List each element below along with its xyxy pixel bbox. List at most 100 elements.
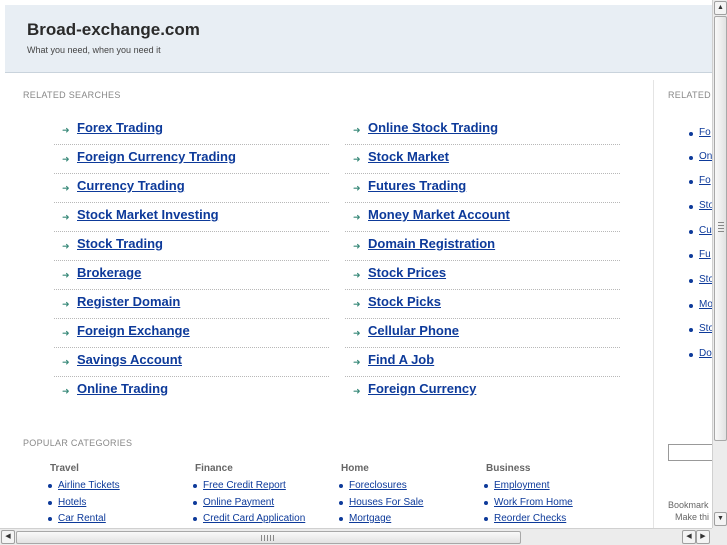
grip-icon: [718, 222, 724, 234]
category-item: Car Rental: [23, 512, 163, 528]
related-searches-heading: RELATED SEARCHES: [23, 90, 121, 100]
related-search-link[interactable]: Online Stock Trading: [368, 120, 498, 135]
arrow-right-icon: ➜: [62, 357, 70, 367]
arrow-right-icon: ➜: [353, 241, 361, 251]
related-search-link[interactable]: Currency Trading: [77, 178, 185, 193]
category-link[interactable]: Hotels: [58, 497, 86, 508]
horizontal-scrollbar[interactable]: ◀ ◀ ▶: [0, 528, 712, 545]
sidebar-item: Cu: [656, 224, 712, 248]
bullet-icon: [339, 500, 343, 505]
related-search-item: ➜ Currency Trading: [54, 174, 329, 203]
scrollbar-corner: [712, 528, 727, 545]
related-search-item: ➜ Stock Trading: [54, 232, 329, 261]
sidebar-link[interactable]: Sto: [699, 200, 712, 211]
make-this-text[interactable]: Make thi: [675, 512, 709, 522]
related-searches-right-column: ➜ Online Stock Trading ➜ Stock Market ➜ Fut…: [345, 116, 620, 406]
category-link[interactable]: Employment: [494, 480, 550, 491]
related-search-link[interactable]: Money Market Account: [368, 207, 510, 222]
category-item: Hotels: [23, 496, 163, 513]
category-link[interactable]: Reorder Checks: [494, 513, 566, 524]
category-link[interactable]: Airline Tickets: [58, 480, 120, 491]
category-link[interactable]: Houses For Sale: [349, 497, 423, 508]
vertical-scroll-thumb[interactable]: [714, 16, 727, 441]
related-search-item: ➜ Money Market Account: [345, 203, 620, 232]
category-column-home: Home Foreclosures Houses For Sale Mortga…: [314, 463, 454, 528]
sidebar-item: Sto: [656, 322, 712, 346]
down-arrow-icon[interactable]: ▼: [714, 512, 727, 526]
related-search-link[interactable]: Register Domain: [77, 294, 180, 309]
sidebar-link[interactable]: Sto: [699, 274, 712, 285]
related-search-link[interactable]: Stock Market Investing: [77, 207, 219, 222]
related-search-link[interactable]: Foreign Currency Trading: [77, 149, 236, 164]
arrow-right-icon: ➜: [353, 357, 361, 367]
bullet-icon: [689, 205, 693, 209]
arrow-right-icon: ➜: [353, 183, 361, 193]
category-item: Foreclosures: [314, 479, 454, 496]
arrow-right-icon: ➜: [62, 270, 70, 280]
sidebar-link[interactable]: Fu: [699, 249, 711, 260]
sidebar-link[interactable]: On: [699, 151, 712, 162]
category-item: Online Payment: [168, 496, 308, 513]
related-search-link[interactable]: Foreign Exchange: [77, 323, 190, 338]
sidebar-link[interactable]: Cu: [699, 225, 712, 236]
bookmark-text[interactable]: Bookmark: [668, 500, 709, 510]
site-header: Broad-exchange.com What you need, when y…: [5, 5, 712, 73]
sidebar-item: Fo: [656, 126, 712, 150]
related-search-item: ➜ Cellular Phone: [345, 319, 620, 348]
sidebar-link[interactable]: Sto: [699, 323, 712, 334]
sidebar-link[interactable]: Fo: [699, 127, 711, 138]
bullet-icon: [689, 279, 693, 283]
related-search-item: ➜ Foreign Currency Trading: [54, 145, 329, 174]
related-search-link[interactable]: Stock Prices: [368, 265, 446, 280]
related-search-item: ➜ Stock Market: [345, 145, 620, 174]
category-link[interactable]: Mortgage: [349, 513, 391, 524]
related-search-link[interactable]: Stock Market: [368, 149, 449, 164]
related-search-item: ➜ Brokerage: [54, 261, 329, 290]
up-arrow-icon[interactable]: ▲: [714, 1, 727, 15]
related-search-item: ➜ Foreign Exchange: [54, 319, 329, 348]
left-arrow-icon[interactable]: ◀: [682, 530, 696, 544]
right-arrow-icon[interactable]: ▶: [696, 530, 710, 544]
arrow-right-icon: ➜: [62, 183, 70, 193]
category-link[interactable]: Car Rental: [58, 513, 106, 524]
horizontal-scroll-thumb[interactable]: [16, 531, 521, 544]
related-search-link[interactable]: Cellular Phone: [368, 323, 459, 338]
category-title: Business: [486, 463, 531, 474]
related-search-link[interactable]: Savings Account: [77, 352, 182, 367]
related-search-link[interactable]: Brokerage: [77, 265, 141, 280]
related-search-link[interactable]: Forex Trading: [77, 120, 163, 135]
related-search-link[interactable]: Online Trading: [77, 381, 168, 396]
site-tagline: What you need, when you need it: [27, 45, 161, 55]
arrow-right-icon: ➜: [62, 386, 70, 396]
category-link[interactable]: Foreclosures: [349, 480, 407, 491]
category-item: Houses For Sale: [314, 496, 454, 513]
bullet-icon: [339, 517, 343, 521]
category-link[interactable]: Work From Home: [494, 497, 573, 508]
category-item: Free Credit Report: [168, 479, 308, 496]
left-arrow-icon[interactable]: ◀: [1, 530, 15, 544]
bullet-icon: [339, 484, 343, 488]
sidebar-link[interactable]: Do: [699, 348, 712, 359]
arrow-right-icon: ➜: [62, 328, 70, 338]
related-search-link[interactable]: Stock Trading: [77, 236, 163, 251]
category-column-finance: Finance Free Credit Report Online Paymen…: [168, 463, 308, 528]
category-link[interactable]: Credit Card Application: [203, 513, 305, 524]
sidebar-search-input[interactable]: [668, 444, 712, 461]
sidebar-item: Sto: [656, 199, 712, 223]
related-search-link[interactable]: Find A Job: [368, 352, 434, 367]
page-viewport: Broad-exchange.com What you need, when y…: [0, 0, 712, 528]
related-search-item: ➜ Online Stock Trading: [345, 116, 620, 145]
vertical-scrollbar[interactable]: ▲ ▼: [712, 0, 727, 528]
related-search-link[interactable]: Stock Picks: [368, 294, 441, 309]
sidebar-item: Do: [656, 347, 712, 371]
category-item: Airline Tickets: [23, 479, 163, 496]
sidebar-link[interactable]: Fo: [699, 175, 711, 186]
related-search-link[interactable]: Domain Registration: [368, 236, 495, 251]
related-search-link[interactable]: Futures Trading: [368, 178, 466, 193]
sidebar-link[interactable]: Mo: [699, 299, 712, 310]
arrow-right-icon: ➜: [353, 328, 361, 338]
bullet-icon: [193, 484, 197, 488]
related-search-link[interactable]: Foreign Currency: [368, 381, 476, 396]
category-link[interactable]: Online Payment: [203, 497, 274, 508]
category-link[interactable]: Free Credit Report: [203, 480, 286, 491]
